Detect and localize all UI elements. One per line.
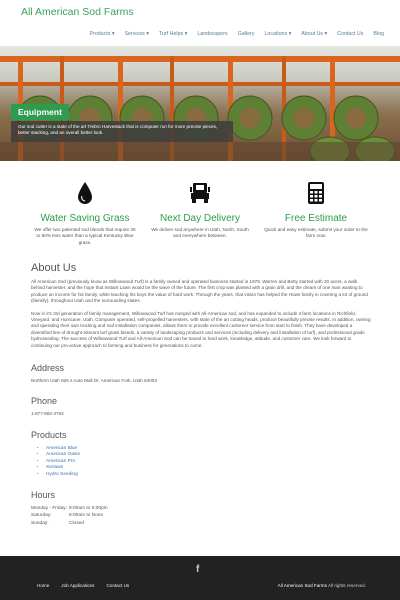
footer-link-contact-us[interactable]: Contact Us bbox=[106, 583, 129, 588]
hours-time: Closed bbox=[69, 520, 84, 526]
about-paragraph-1: All American Sod (previously know as Wil… bbox=[31, 279, 368, 304]
hero-caption-text: Our sod cutter is a state of the art Tre… bbox=[11, 121, 233, 142]
phone-heading: Phone bbox=[31, 396, 58, 407]
hours-day: Saturday: bbox=[31, 513, 52, 519]
hours-day: Sunday: bbox=[31, 520, 49, 526]
nav-blog[interactable]: Blog bbox=[373, 31, 384, 37]
footer-copyright-brand: All American Sod Farms bbox=[277, 583, 327, 588]
nav-contact-us[interactable]: Contact Us bbox=[337, 31, 363, 37]
features-row: Water Saving Grass We offer two patented… bbox=[0, 180, 400, 250]
nav-locations[interactable]: Locations ▾ bbox=[264, 31, 291, 37]
main-content: About Us All American Sod (previously kn… bbox=[31, 262, 371, 527]
products-list: American Blue American Oasis American Pr… bbox=[46, 446, 371, 478]
nav-gallery[interactable]: Gallery bbox=[238, 31, 255, 37]
hours-row: Sunday: Closed bbox=[31, 520, 371, 528]
footer-copyright: All American Sod Farms All rights reserv… bbox=[278, 583, 366, 588]
footer-link-job-applications[interactable]: Job Applications bbox=[61, 583, 94, 588]
footer-link-home[interactable]: Home bbox=[37, 583, 49, 588]
feature-next-day-delivery: Next Day Delivery We deliver sod anywher… bbox=[140, 180, 260, 240]
nav-about-us[interactable]: About Us ▾ bbox=[301, 31, 327, 37]
address-heading: Address bbox=[31, 363, 65, 374]
hours-row: Saturday: 8:00am to Noon bbox=[31, 512, 371, 520]
facebook-icon[interactable]: f bbox=[196, 564, 199, 575]
hero-caption-title: Equipment bbox=[11, 104, 69, 120]
hours-time: 8:00am to Noon bbox=[69, 513, 104, 519]
site-footer: f Home Job Applications Contact Us All A… bbox=[0, 556, 400, 600]
feature-text: Quick and easy estimate, submit your ord… bbox=[264, 227, 368, 239]
feature-title: Water Saving Grass bbox=[40, 213, 130, 224]
feature-title: Free Estimate bbox=[284, 213, 348, 224]
phone-text: 1-877-882-4763 bbox=[31, 411, 64, 417]
hours-table: Monday - Friday: 8:00am to 5:00pm Saturda… bbox=[31, 505, 371, 528]
about-heading: About Us bbox=[31, 262, 77, 274]
feature-text: We deliver sod anywhere in Utah, North, … bbox=[151, 227, 249, 239]
product-link[interactable]: Hydro Seeding bbox=[46, 472, 371, 478]
nav-products[interactable]: Products ▾ bbox=[89, 31, 114, 37]
nav-turf-helps[interactable]: Turf Helps ▾ bbox=[159, 31, 187, 37]
site-brand[interactable]: All American Sod Farms bbox=[21, 6, 134, 18]
hours-time: 8:00am to 5:00pm bbox=[69, 505, 108, 511]
hours-day: Monday - Friday: bbox=[31, 505, 67, 511]
footer-links: Home Job Applications Contact Us bbox=[37, 583, 129, 588]
footer-copyright-text: All rights reserved. bbox=[326, 583, 366, 588]
hours-heading: Hours bbox=[31, 489, 56, 500]
address-text: Northern Utah 926 s Auto Mall Dr. Americ… bbox=[31, 378, 157, 384]
products-heading: Products bbox=[31, 429, 67, 440]
feature-water-saving: Water Saving Grass We offer two patented… bbox=[25, 180, 145, 246]
feature-text: We offer two patented sod blends that re… bbox=[34, 227, 136, 245]
truck-icon bbox=[140, 180, 260, 206]
hours-row: Monday - Friday: 8:00am to 5:00pm bbox=[31, 505, 371, 513]
water-drop-icon bbox=[25, 180, 145, 206]
main-nav: Products ▾ Services ▾ Turf Helps ▾ Lands… bbox=[89, 31, 384, 37]
nav-landscapers[interactable]: Landscapers bbox=[197, 31, 227, 37]
about-paragraph-2: Now in it's 3rd generation of family man… bbox=[31, 310, 371, 348]
calculator-icon bbox=[256, 180, 376, 206]
feature-title: Next Day Delivery bbox=[159, 213, 241, 224]
site-header: All American Sod Farms Products ▾ Servic… bbox=[0, 0, 400, 46]
nav-services[interactable]: Services ▾ bbox=[125, 31, 149, 37]
feature-free-estimate: Free Estimate Quick and easy estimate, s… bbox=[256, 180, 376, 240]
